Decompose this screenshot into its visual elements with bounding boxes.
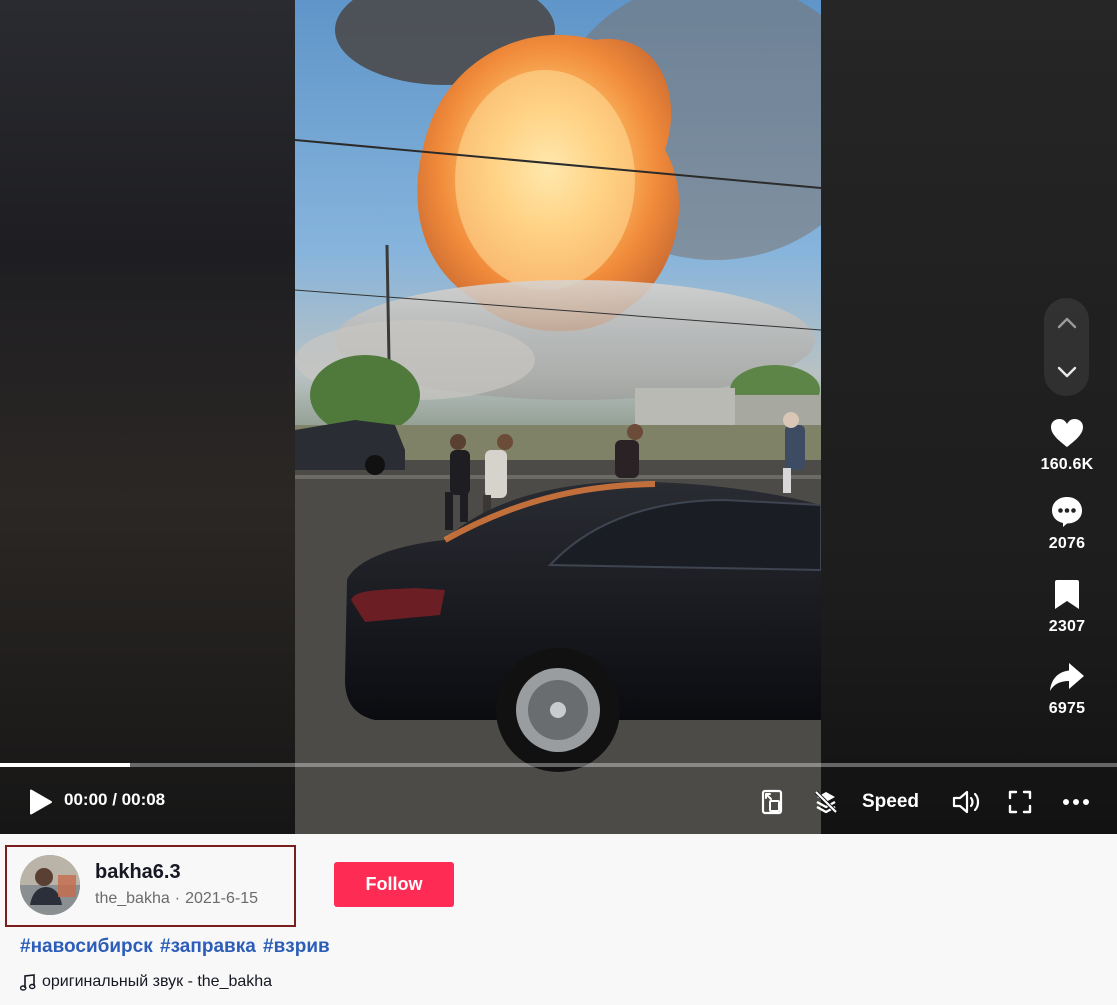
video-nav <box>1044 298 1089 396</box>
share-button[interactable]: 6975 <box>1030 658 1104 718</box>
heart-icon <box>1030 414 1104 452</box>
volume-button[interactable] <box>950 786 984 818</box>
music-note-icon <box>20 973 36 991</box>
progress-fill <box>0 763 130 767</box>
music-label: оригинальный звук - the_bakha <box>42 973 273 990</box>
like-button[interactable]: 160.6K <box>1030 414 1104 474</box>
avatar[interactable] <box>20 855 80 915</box>
fullscreen-icon <box>1008 790 1032 814</box>
autoscroll-icon <box>814 790 838 814</box>
bookmark-count: 2307 <box>1048 618 1086 635</box>
follow-button[interactable]: Follow <box>334 862 454 907</box>
author-handle: the_bakha <box>95 890 170 907</box>
hashtag-list: #навосибирск #заправка #взрив <box>20 936 332 958</box>
pip-button[interactable] <box>756 786 788 818</box>
video-frame[interactable] <box>295 0 821 834</box>
comment-count: 2076 <box>1048 535 1086 552</box>
play-icon <box>30 789 52 815</box>
author-meta: the_bakha · 2021-6-15 <box>95 890 258 908</box>
fullscreen-button[interactable] <box>1004 786 1036 818</box>
chevron-up-icon <box>1057 317 1076 328</box>
previous-video-button[interactable] <box>1044 300 1089 345</box>
bookmark-button[interactable]: 2307 <box>1030 576 1104 636</box>
comment-icon <box>1030 493 1104 531</box>
progress-bar[interactable] <box>0 763 1117 767</box>
author-username[interactable]: bakha6.3 <box>95 861 181 884</box>
video-player[interactable]: 160.6K 2076 2307 6975 00:00 / 00:08 Spee… <box>0 0 1117 834</box>
post-date: 2021-6-15 <box>185 890 259 907</box>
play-button[interactable] <box>24 786 58 818</box>
like-count: 160.6K <box>1040 456 1094 473</box>
music-info[interactable]: оригинальный звук - the_bakha <box>20 973 272 991</box>
time-separator: / <box>107 790 122 809</box>
share-icon <box>1030 658 1104 696</box>
chevron-down-icon <box>1057 366 1076 377</box>
author-info[interactable]: bakha6.3 the_bakha · 2021-6-15 <box>5 845 296 927</box>
hashtag-link[interactable]: #заправка <box>160 936 256 957</box>
speed-button[interactable]: Speed <box>862 788 919 816</box>
more-icon <box>1063 799 1089 805</box>
volume-icon <box>952 790 980 814</box>
hashtag-link[interactable]: #взрив <box>263 936 330 957</box>
comment-button[interactable]: 2076 <box>1030 493 1104 553</box>
hashtag-link[interactable]: #навосибирск <box>20 936 153 957</box>
pip-icon <box>761 789 783 815</box>
more-options-button[interactable] <box>1058 786 1094 818</box>
duration: 00:08 <box>121 790 166 809</box>
video-blur-left <box>0 0 295 834</box>
bookmark-icon <box>1030 576 1104 614</box>
meta-separator: · <box>174 890 181 907</box>
current-time: 00:00 <box>64 790 108 809</box>
next-video-button[interactable] <box>1044 349 1089 394</box>
share-count: 6975 <box>1048 700 1086 717</box>
autoscroll-button[interactable] <box>810 786 842 818</box>
time-display: 00:00 / 00:08 <box>64 790 165 810</box>
video-scene <box>295 0 821 834</box>
